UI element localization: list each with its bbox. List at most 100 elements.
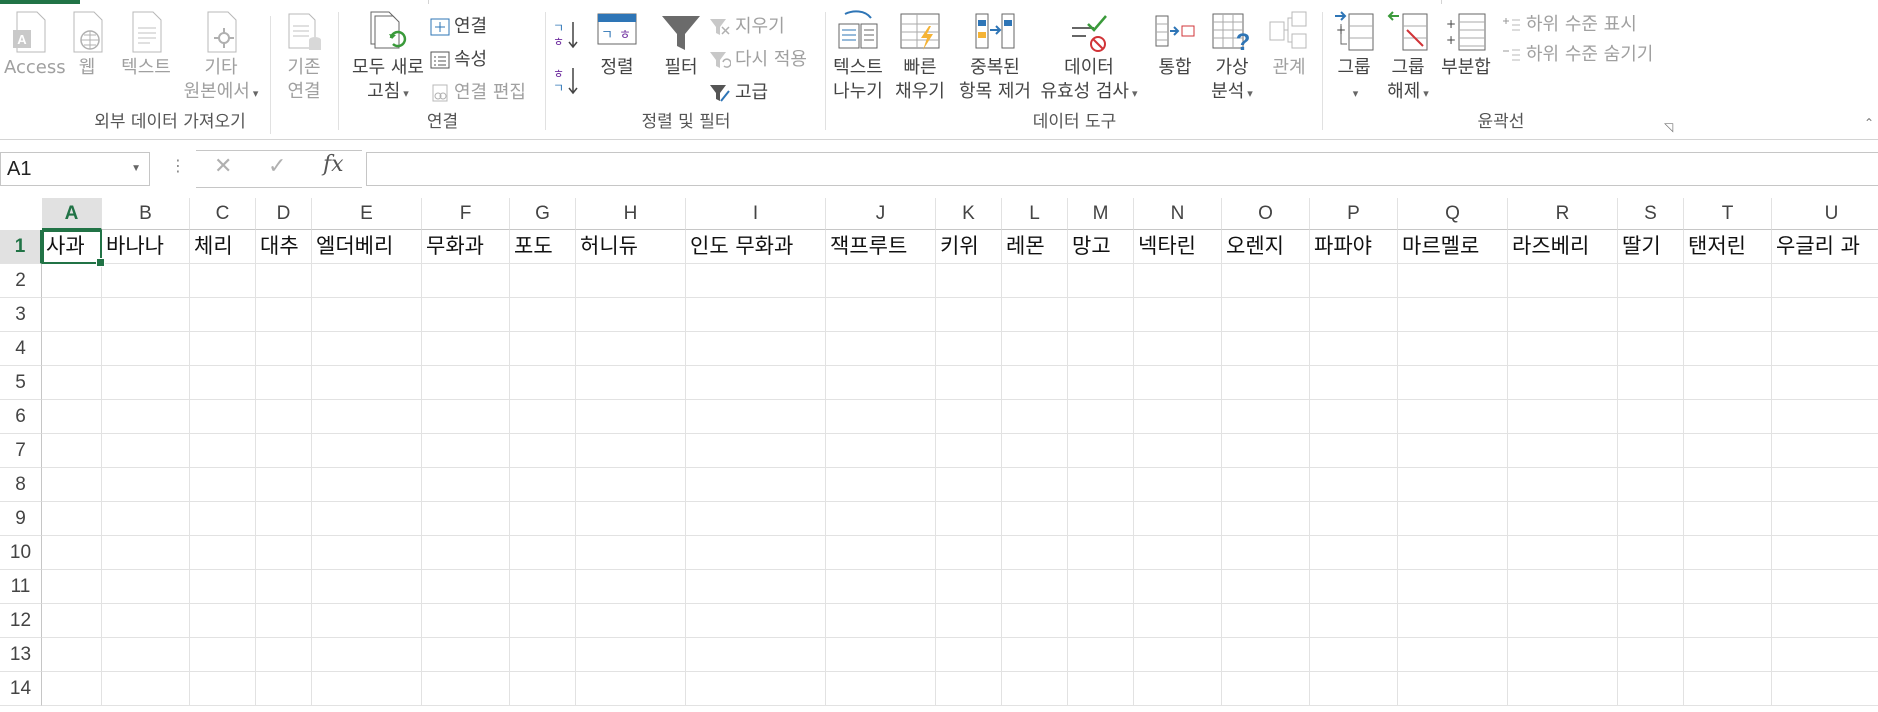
row-header-7[interactable]: 7 <box>0 434 42 468</box>
cell-G2[interactable] <box>510 264 576 298</box>
column-header-L[interactable]: L <box>1002 198 1068 230</box>
cell-H10[interactable] <box>576 536 686 570</box>
cell-M1[interactable]: 망고 <box>1068 230 1134 264</box>
cell-C9[interactable] <box>190 502 256 536</box>
column-header-D[interactable]: D <box>256 198 312 230</box>
cell-K1[interactable]: 키위 <box>936 230 1002 264</box>
cell-P11[interactable] <box>1310 570 1398 604</box>
cell-J14[interactable] <box>826 672 936 706</box>
cell-I1[interactable]: 인도 무화과 <box>686 230 826 264</box>
cell-E2[interactable] <box>312 264 422 298</box>
cell-B11[interactable] <box>102 570 190 604</box>
cell-T14[interactable] <box>1684 672 1772 706</box>
cell-Q1[interactable]: 마르멜로 <box>1398 230 1508 264</box>
cell-R9[interactable] <box>1508 502 1618 536</box>
column-header-T[interactable]: T <box>1684 198 1772 230</box>
insert-function-icon[interactable]: fx <box>323 152 344 177</box>
cell-J5[interactable] <box>826 366 936 400</box>
cancel-icon[interactable]: ✕ <box>214 154 232 179</box>
cell-J9[interactable] <box>826 502 936 536</box>
row-header-4[interactable]: 4 <box>0 332 42 366</box>
cell-F9[interactable] <box>422 502 510 536</box>
cell-F4[interactable] <box>422 332 510 366</box>
cell-H3[interactable] <box>576 298 686 332</box>
cell-H13[interactable] <box>576 638 686 672</box>
cell-S4[interactable] <box>1618 332 1684 366</box>
cell-J8[interactable] <box>826 468 936 502</box>
cell-D5[interactable] <box>256 366 312 400</box>
cell-B4[interactable] <box>102 332 190 366</box>
cell-H8[interactable] <box>576 468 686 502</box>
cell-G10[interactable] <box>510 536 576 570</box>
cell-L10[interactable] <box>1002 536 1068 570</box>
cell-S13[interactable] <box>1618 638 1684 672</box>
cell-T9[interactable] <box>1684 502 1772 536</box>
cell-S3[interactable] <box>1618 298 1684 332</box>
cell-B6[interactable] <box>102 400 190 434</box>
cell-Q13[interactable] <box>1398 638 1508 672</box>
cell-I10[interactable] <box>686 536 826 570</box>
cell-I5[interactable] <box>686 366 826 400</box>
consolidate-button[interactable]: 통합 <box>1147 10 1203 80</box>
edit-links-button[interactable]: 연결 편집 <box>430 80 526 106</box>
cell-A14[interactable] <box>42 672 102 706</box>
cell-D1[interactable]: 대추 <box>256 230 312 264</box>
cell-K3[interactable] <box>936 298 1002 332</box>
cell-Q14[interactable] <box>1398 672 1508 706</box>
cell-B14[interactable] <box>102 672 190 706</box>
column-header-B[interactable]: B <box>102 198 190 230</box>
cell-E1[interactable]: 엘더베리 <box>312 230 422 264</box>
cell-O2[interactable] <box>1222 264 1310 298</box>
cell-I3[interactable] <box>686 298 826 332</box>
cell-T6[interactable] <box>1684 400 1772 434</box>
cell-R2[interactable] <box>1508 264 1618 298</box>
cell-R14[interactable] <box>1508 672 1618 706</box>
column-header-J[interactable]: J <box>826 198 936 230</box>
cell-B13[interactable] <box>102 638 190 672</box>
cell-G7[interactable] <box>510 434 576 468</box>
cell-T11[interactable] <box>1684 570 1772 604</box>
cell-E10[interactable] <box>312 536 422 570</box>
cell-A6[interactable] <box>42 400 102 434</box>
column-header-R[interactable]: R <box>1508 198 1618 230</box>
cell-R13[interactable] <box>1508 638 1618 672</box>
cell-D7[interactable] <box>256 434 312 468</box>
cell-J4[interactable] <box>826 332 936 366</box>
cell-A5[interactable] <box>42 366 102 400</box>
cell-M3[interactable] <box>1068 298 1134 332</box>
cell-T12[interactable] <box>1684 604 1772 638</box>
cell-C12[interactable] <box>190 604 256 638</box>
cell-B9[interactable] <box>102 502 190 536</box>
cell-F8[interactable] <box>422 468 510 502</box>
outline-dialog-launcher-icon[interactable]: ◹ <box>1664 120 1673 134</box>
cell-O10[interactable] <box>1222 536 1310 570</box>
clear-filter-button[interactable]: 지우기 <box>709 14 785 40</box>
cell-D12[interactable] <box>256 604 312 638</box>
cell-D10[interactable] <box>256 536 312 570</box>
cell-E13[interactable] <box>312 638 422 672</box>
formula-bar-resize-handle-icon[interactable]: ⋮ <box>170 156 186 175</box>
cell-L2[interactable] <box>1002 264 1068 298</box>
cell-F2[interactable] <box>422 264 510 298</box>
cell-T7[interactable] <box>1684 434 1772 468</box>
cell-E4[interactable] <box>312 332 422 366</box>
row-header-2[interactable]: 2 <box>0 264 42 298</box>
cell-N11[interactable] <box>1134 570 1222 604</box>
cell-C14[interactable] <box>190 672 256 706</box>
row-header-1[interactable]: 1 <box>0 230 42 264</box>
cell-A11[interactable] <box>42 570 102 604</box>
cell-G12[interactable] <box>510 604 576 638</box>
column-header-G[interactable]: G <box>510 198 576 230</box>
cell-E3[interactable] <box>312 298 422 332</box>
column-header-M[interactable]: M <box>1068 198 1134 230</box>
cell-M12[interactable] <box>1068 604 1134 638</box>
cell-O9[interactable] <box>1222 502 1310 536</box>
cell-M7[interactable] <box>1068 434 1134 468</box>
cell-A7[interactable] <box>42 434 102 468</box>
cell-R6[interactable] <box>1508 400 1618 434</box>
cell-D3[interactable] <box>256 298 312 332</box>
sort-button[interactable]: ㄱㅎ 정렬 <box>585 10 649 80</box>
cell-J3[interactable] <box>826 298 936 332</box>
cell-H7[interactable] <box>576 434 686 468</box>
cell-K5[interactable] <box>936 366 1002 400</box>
